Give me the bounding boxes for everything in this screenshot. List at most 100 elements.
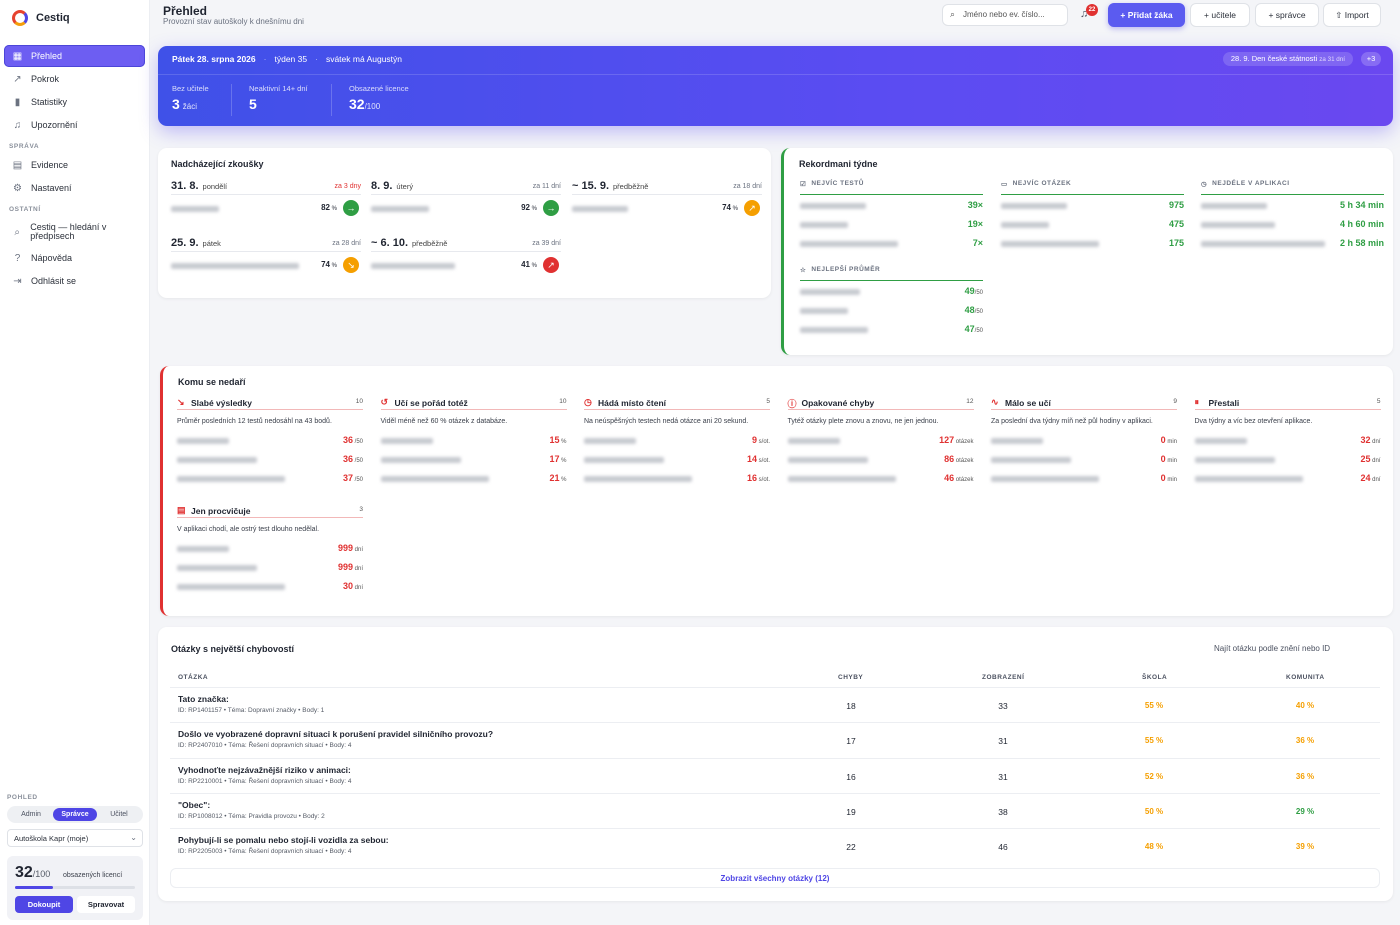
- more-holidays-button[interactable]: +3: [1361, 52, 1381, 66]
- upcoming-holiday[interactable]: 28. 9. Den české státnosti za 31 dní: [1222, 52, 1353, 66]
- struggle-row[interactable]: 21 %: [380, 468, 567, 487]
- view-option-2[interactable]: Učitel: [97, 808, 141, 821]
- struggle-group-header[interactable]: ↘ Slabé výsledky 10: [177, 397, 363, 410]
- record-row[interactable]: 19×: [800, 214, 983, 233]
- struggle-row[interactable]: 86 otázek: [787, 449, 974, 468]
- sidebar-item-label: Evidence: [31, 159, 69, 170]
- struggle-row[interactable]: 30 dní: [177, 576, 363, 595]
- question-text: Tato značka:: [178, 694, 229, 704]
- question-row[interactable]: Tato značka: ID: RP1401157 • Téma: Doprav…: [170, 687, 1380, 722]
- show-all-questions-button[interactable]: Zobrazit všechny otázky (12): [170, 868, 1380, 888]
- sidebar-item-0-nav-sprava[interactable]: ▤ Evidence: [4, 154, 145, 176]
- student-search-input[interactable]: ⌕ Jméno nebo ev. číslo...: [942, 4, 1068, 26]
- struggle-group-header[interactable]: ↺ Učí se pořád totéž 10: [380, 397, 567, 410]
- question-search-input[interactable]: Najít otázku podle znění nebo ID: [1214, 644, 1330, 653]
- struggle-row[interactable]: 127 otázek: [787, 430, 974, 449]
- import-button[interactable]: ⇧ Import: [1323, 3, 1381, 27]
- struggle-row[interactable]: 24 dní: [1194, 468, 1381, 487]
- struggle-row[interactable]: 999 dní: [177, 538, 363, 557]
- struggle-row[interactable]: 36 /50: [177, 430, 363, 449]
- add-admin-button[interactable]: + správce: [1255, 3, 1319, 27]
- exam-countdown: za 3 dny: [334, 183, 361, 190]
- record-row[interactable]: 47/50: [800, 319, 983, 338]
- add-student-button[interactable]: + Přidat žáka: [1108, 3, 1185, 27]
- sidebar-item-0-nav-main[interactable]: ▦ Přehled: [4, 45, 145, 67]
- struggle-group-header[interactable]: ∿ Málo se učí 9: [991, 397, 1177, 410]
- kpi-1[interactable]: Neaktivní 14+ dní 5: [249, 84, 308, 112]
- exam-slot[interactable]: 25. 9. pátek za 28 dní 74 % ↘: [171, 237, 361, 285]
- struggle-row[interactable]: 25 dní: [1194, 449, 1381, 468]
- exam-slot[interactable]: 31. 8. pondělí za 3 dny 82 % →: [171, 180, 361, 228]
- exam-slot[interactable]: ~ 6. 10. předběžně za 39 dní 41 % ↗: [371, 237, 561, 285]
- record-column: ◷ NEJDÉLE V APLIKACI 5 h 34 min 4 h 60 min 2…: [1201, 180, 1384, 252]
- record-row[interactable]: 49/50: [800, 281, 983, 300]
- view-option-0[interactable]: Admin: [9, 808, 53, 821]
- struggle-row[interactable]: 36 /50: [177, 449, 363, 468]
- col-header-school[interactable]: ŠKOLA: [1142, 674, 1167, 681]
- struggle-row[interactable]: 37 /50: [177, 468, 363, 487]
- record-row[interactable]: 975: [1001, 195, 1184, 214]
- struggle-row[interactable]: 16 s/ot.: [584, 468, 770, 487]
- blurred-student-name: [787, 476, 896, 482]
- question-meta: ID: RP2205003 • Téma: Řešení dopravních …: [178, 848, 352, 856]
- struggle-row[interactable]: 0 min: [991, 430, 1177, 449]
- struggle-value: 0 min: [1160, 435, 1177, 445]
- sidebar-item-3-nav-main[interactable]: ♫ Upozornění: [4, 114, 145, 136]
- struggle-row[interactable]: 9 s/ot.: [584, 430, 770, 449]
- kpi-value: 3 žáci: [172, 96, 198, 112]
- record-row[interactable]: 7×: [800, 233, 983, 252]
- record-row[interactable]: 475: [1001, 214, 1184, 233]
- blurred-student-name: [1001, 241, 1099, 247]
- question-row[interactable]: Pohybují-li se pomalu nebo stojí-li vozi…: [170, 828, 1380, 863]
- blurred-student-name: [800, 203, 866, 209]
- view-option-1[interactable]: Správce: [53, 808, 97, 821]
- struggle-row[interactable]: 15 %: [380, 430, 567, 449]
- sidebar-item-0-nav-ostatni[interactable]: ⌕ Cestiq — hledání v předpisech: [4, 219, 145, 245]
- record-row[interactable]: 2 h 58 min: [1201, 233, 1384, 252]
- struggle-group-header[interactable]: ▤ Jen procvičuje 3: [177, 505, 363, 518]
- struggle-row[interactable]: 999 dní: [177, 557, 363, 576]
- col-header-community[interactable]: KOMUNITA: [1286, 674, 1325, 681]
- record-value: 5 h 34 min: [1339, 200, 1384, 210]
- struggle-row[interactable]: 17 %: [380, 449, 567, 468]
- struggle-count: 10: [559, 398, 567, 405]
- record-row[interactable]: 175: [1001, 233, 1184, 252]
- struggle-group-header[interactable]: ⓘ Opakované chyby 12: [787, 398, 974, 410]
- question-school-rate: 55 %: [1144, 701, 1164, 710]
- struggle-group-header[interactable]: ⏸ Přestali 5: [1194, 397, 1381, 410]
- kpi-2[interactable]: Obsazené licence 32/100: [349, 84, 409, 112]
- record-column: ☑ NEJVÍC TESTŮ 39× 19× 7×: [800, 180, 983, 252]
- record-row[interactable]: 48/50: [800, 300, 983, 319]
- col-header-views[interactable]: ZOBRAZENÍ: [982, 674, 1024, 681]
- col-header-errors[interactable]: CHYBY: [838, 674, 863, 681]
- kpi-label: Bez učitele: [172, 84, 209, 93]
- struggle-row[interactable]: 0 min: [991, 468, 1177, 487]
- question-row[interactable]: Došlo ve vyobrazené dopravní situaci k p…: [170, 722, 1380, 757]
- buy-licenses-button[interactable]: Dokoupit: [15, 896, 73, 913]
- struggle-row[interactable]: 32 dní: [1194, 430, 1381, 449]
- sidebar-item-1-nav-ostatni[interactable]: ? Nápověda: [4, 247, 145, 269]
- struggle-row[interactable]: 46 otázek: [787, 468, 974, 487]
- question-row[interactable]: Vyhodnoťte nejzávažnější riziko v animac…: [170, 757, 1380, 793]
- add-teacher-button[interactable]: + učitele: [1190, 3, 1250, 27]
- struggle-row[interactable]: 14 s/ot.: [584, 449, 770, 468]
- sidebar-item-2-nav-ostatni[interactable]: ⇥ Odhlásit se: [4, 270, 145, 292]
- question-row[interactable]: "Obec": ID: RP1008012 • Téma: Pravidla pr…: [170, 792, 1380, 828]
- record-row[interactable]: 39×: [800, 195, 983, 214]
- app-logo[interactable]: Cestiq: [12, 10, 70, 26]
- sidebar-item-1-nav-sprava[interactable]: ⚙ Nastavení: [4, 177, 145, 199]
- blurred-student-name: [1001, 203, 1067, 209]
- blurred-student-name: [800, 241, 898, 247]
- kpi-0[interactable]: Bez učitele 3 žáci: [172, 84, 209, 112]
- struggle-group-header[interactable]: ◷ Hádá místo čtení 5: [584, 397, 770, 410]
- manage-licenses-button[interactable]: Spravovat: [77, 896, 135, 913]
- exam-slot[interactable]: ~ 15. 9. předběžně za 18 dní 74 % ↗: [572, 180, 762, 228]
- struggle-value: 9 s/ot.: [751, 435, 770, 445]
- record-row[interactable]: 5 h 34 min: [1201, 195, 1384, 214]
- sidebar-item-1-nav-main[interactable]: ↗ Pokrok: [4, 68, 145, 90]
- struggle-row[interactable]: 0 min: [991, 449, 1177, 468]
- exam-slot[interactable]: 8. 9. úterý za 11 dní 92 % →: [371, 180, 561, 228]
- sidebar-item-2-nav-main[interactable]: ▮ Statistiky: [4, 91, 145, 113]
- school-select[interactable]: Autoškola Kapr (moje) ⌄: [7, 829, 143, 847]
- record-row[interactable]: 4 h 60 min: [1201, 214, 1384, 233]
